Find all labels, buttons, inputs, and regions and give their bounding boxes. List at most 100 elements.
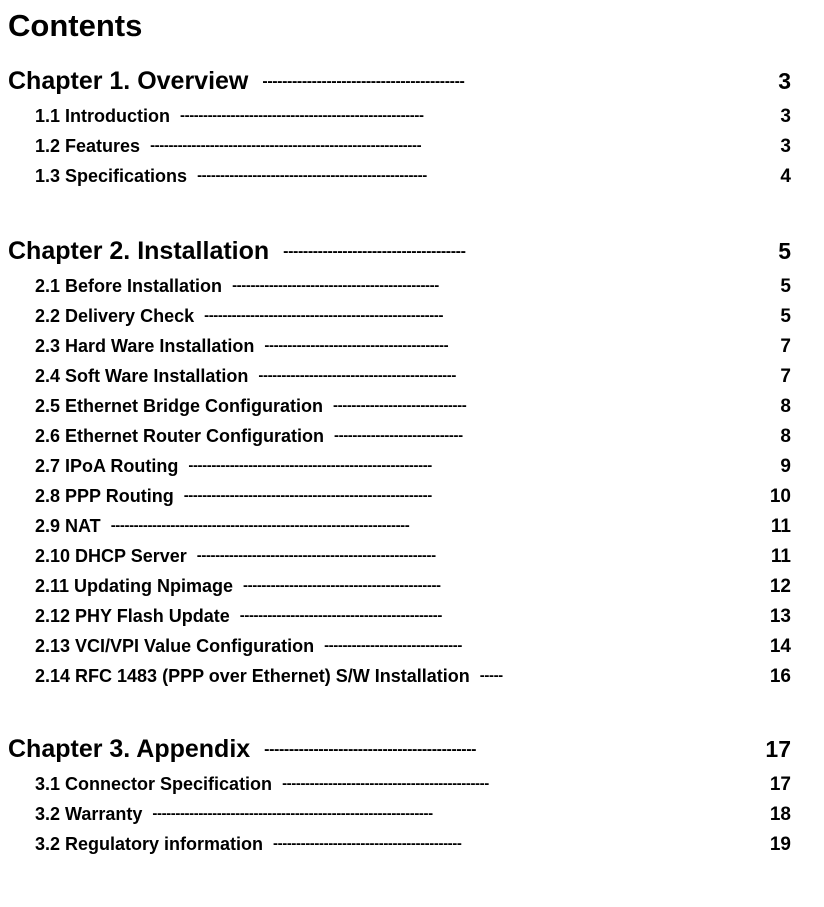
toc-leader: ----------------------------------------…: [180, 107, 424, 124]
toc-page-number: 10: [769, 486, 791, 507]
toc-section-label: 2.5 Ethernet Bridge Configuration: [35, 396, 324, 416]
chapter-block: Chapter 3. Appendix --------------------…: [0, 732, 824, 860]
document-page: Contents Chapter 1. Overview -----------…: [0, 0, 824, 907]
toc-section-label: 2.1 Before Installation: [35, 276, 223, 296]
toc-page-number: 4: [780, 166, 791, 187]
toc-leader: ----------------------------------------…: [110, 517, 410, 534]
toc-chapter-label: Chapter 3. Appendix: [8, 735, 251, 763]
toc-page-number: 17: [769, 774, 791, 795]
toc-page-number: 18: [769, 804, 791, 825]
toc-leader: ----------------------------------------…: [197, 167, 427, 184]
toc-section-label: 2.3 Hard Ware Installation: [35, 336, 255, 356]
toc-chapter-entry[interactable]: Chapter 2. Installation ----------------…: [0, 234, 824, 272]
toc-section-entry[interactable]: 2.11 Updating Npimage ------------------…: [0, 572, 824, 602]
toc-page-number: 12: [769, 576, 791, 597]
chapter-block: Chapter 2. Installation ----------------…: [0, 234, 824, 692]
toc-section-label: 2.4 Soft Ware Installation: [35, 366, 249, 386]
table-of-contents: Chapter 1. Overview --------------------…: [0, 64, 824, 860]
toc-section-entry[interactable]: 2.6 Ethernet Router Configuration ------…: [0, 422, 824, 452]
toc-page-number: 5: [780, 306, 791, 327]
toc-leader: ----------------------------------------…: [282, 775, 489, 792]
toc-page-number: 7: [780, 366, 791, 387]
toc-leader: ----------------------------: [334, 427, 463, 444]
toc-section-label: 2.8 PPP Routing: [35, 486, 174, 506]
toc-leader: -----------------------------: [333, 397, 467, 414]
toc-page-number: 8: [780, 396, 791, 417]
toc-leader: ----------------------------------------…: [152, 805, 433, 822]
toc-leader: ----------------------------------------…: [273, 835, 462, 852]
toc-page-number: 8: [780, 426, 791, 447]
toc-section-label: 2.7 IPoA Routing: [35, 456, 179, 476]
toc-section-label: 2.2 Delivery Check: [35, 306, 195, 326]
toc-page-number: 3: [780, 106, 791, 127]
toc-section-entry[interactable]: 2.12 PHY Flash Update ------------------…: [0, 602, 824, 632]
toc-section-label: 2.11 Updating Npimage: [35, 576, 234, 596]
toc-page-number: 5: [780, 276, 791, 297]
toc-page-number: 3: [778, 68, 791, 94]
toc-leader: ----------------------------------------…: [264, 741, 477, 758]
toc-chapter-entry[interactable]: Chapter 1. Overview --------------------…: [0, 64, 824, 102]
toc-leader: ----------------------------------------…: [196, 547, 436, 564]
toc-section-entry[interactable]: 3.1 Connector Specification ------------…: [0, 770, 824, 800]
page-title: Contents: [8, 8, 143, 43]
toc-section-label: 2.14 RFC 1483 (PPP over Ethernet) S/W In…: [35, 666, 470, 686]
toc-section-label: 1.1 Introduction: [35, 106, 170, 126]
toc-section-label: 3.1 Connector Specification: [35, 774, 273, 794]
toc-leader: ----------------------------------------…: [150, 137, 422, 154]
toc-section-entry[interactable]: 2.14 RFC 1483 (PPP over Ethernet) S/W In…: [0, 662, 824, 692]
toc-leader: ----------------------------------------…: [262, 73, 465, 90]
toc-section-label: 2.9 NAT: [35, 516, 101, 536]
toc-page-number: 11: [770, 516, 791, 537]
toc-leader: -----: [479, 667, 503, 684]
toc-section-entry[interactable]: 2.4 Soft Ware Installation -------------…: [0, 362, 824, 392]
toc-section-entry[interactable]: 1.3 Specifications ---------------------…: [0, 162, 824, 192]
toc-section-entry[interactable]: 2.1 Before Installation ----------------…: [0, 272, 824, 302]
toc-leader: ------------------------------: [324, 637, 462, 654]
toc-page-number: 19: [769, 834, 791, 855]
toc-section-label: 1.3 Specifications: [35, 166, 188, 186]
toc-page-number: 9: [780, 456, 791, 477]
toc-leader: ----------------------------------------…: [183, 487, 433, 504]
toc-page-number: 3: [780, 136, 791, 157]
toc-section-label: 3.2 Warranty: [35, 804, 143, 824]
toc-leader: -------------------------------------: [283, 243, 466, 260]
toc-section-entry[interactable]: 2.7 IPoA Routing -----------------------…: [0, 452, 824, 482]
toc-section-label: 2.10 DHCP Server: [35, 546, 187, 566]
toc-chapter-entry[interactable]: Chapter 3. Appendix --------------------…: [0, 732, 824, 770]
toc-page-number: 16: [769, 666, 791, 687]
toc-section-label: 2.13 VCI/VPI Value Configuration: [35, 636, 315, 656]
toc-section-entry[interactable]: 2.8 PPP Routing ------------------------…: [0, 482, 824, 512]
toc-section-entry[interactable]: 3.2 Warranty ---------------------------…: [0, 800, 824, 830]
toc-section-entry[interactable]: 2.13 VCI/VPI Value Configuration -------…: [0, 632, 824, 662]
toc-page-number: 17: [765, 736, 791, 762]
toc-chapter-label: Chapter 1. Overview: [8, 67, 249, 95]
toc-leader: ----------------------------------------…: [243, 577, 441, 594]
toc-section-label: 1.2 Features: [35, 136, 141, 156]
toc-section-entry[interactable]: 3.2 Regulatory information -------------…: [0, 830, 824, 860]
toc-leader: ----------------------------------------…: [188, 457, 432, 474]
toc-section-label: 2.6 Ethernet Router Configuration: [35, 426, 325, 446]
toc-section-entry[interactable]: 2.9 NAT --------------------------------…: [0, 512, 824, 542]
toc-page-number: 13: [769, 606, 791, 627]
toc-page-number: 11: [770, 546, 791, 567]
toc-page-number: 14: [769, 636, 791, 657]
chapter-block: Chapter 1. Overview --------------------…: [0, 64, 824, 192]
toc-leader: ----------------------------------------…: [232, 277, 439, 294]
toc-chapter-label: Chapter 2. Installation: [8, 237, 270, 265]
toc-section-label: 2.12 PHY Flash Update: [35, 606, 230, 626]
toc-leader: ----------------------------------------…: [258, 367, 456, 384]
toc-section-entry[interactable]: 2.5 Ethernet Bridge Configuration ------…: [0, 392, 824, 422]
toc-section-entry[interactable]: 2.2 Delivery Check ---------------------…: [0, 302, 824, 332]
toc-page-number: 7: [780, 336, 791, 357]
toc-leader: ----------------------------------------: [264, 337, 449, 354]
toc-section-entry[interactable]: 2.3 Hard Ware Installation -------------…: [0, 332, 824, 362]
toc-section-entry[interactable]: 1.2 Features ---------------------------…: [0, 132, 824, 162]
toc-section-entry[interactable]: 1.1 Introduction -----------------------…: [0, 102, 824, 132]
toc-leader: ----------------------------------------…: [239, 607, 443, 624]
toc-leader: ----------------------------------------…: [204, 307, 444, 324]
toc-page-number: 5: [778, 238, 791, 264]
toc-section-label: 3.2 Regulatory information: [35, 834, 264, 854]
toc-section-entry[interactable]: 2.10 DHCP Server -----------------------…: [0, 542, 824, 572]
